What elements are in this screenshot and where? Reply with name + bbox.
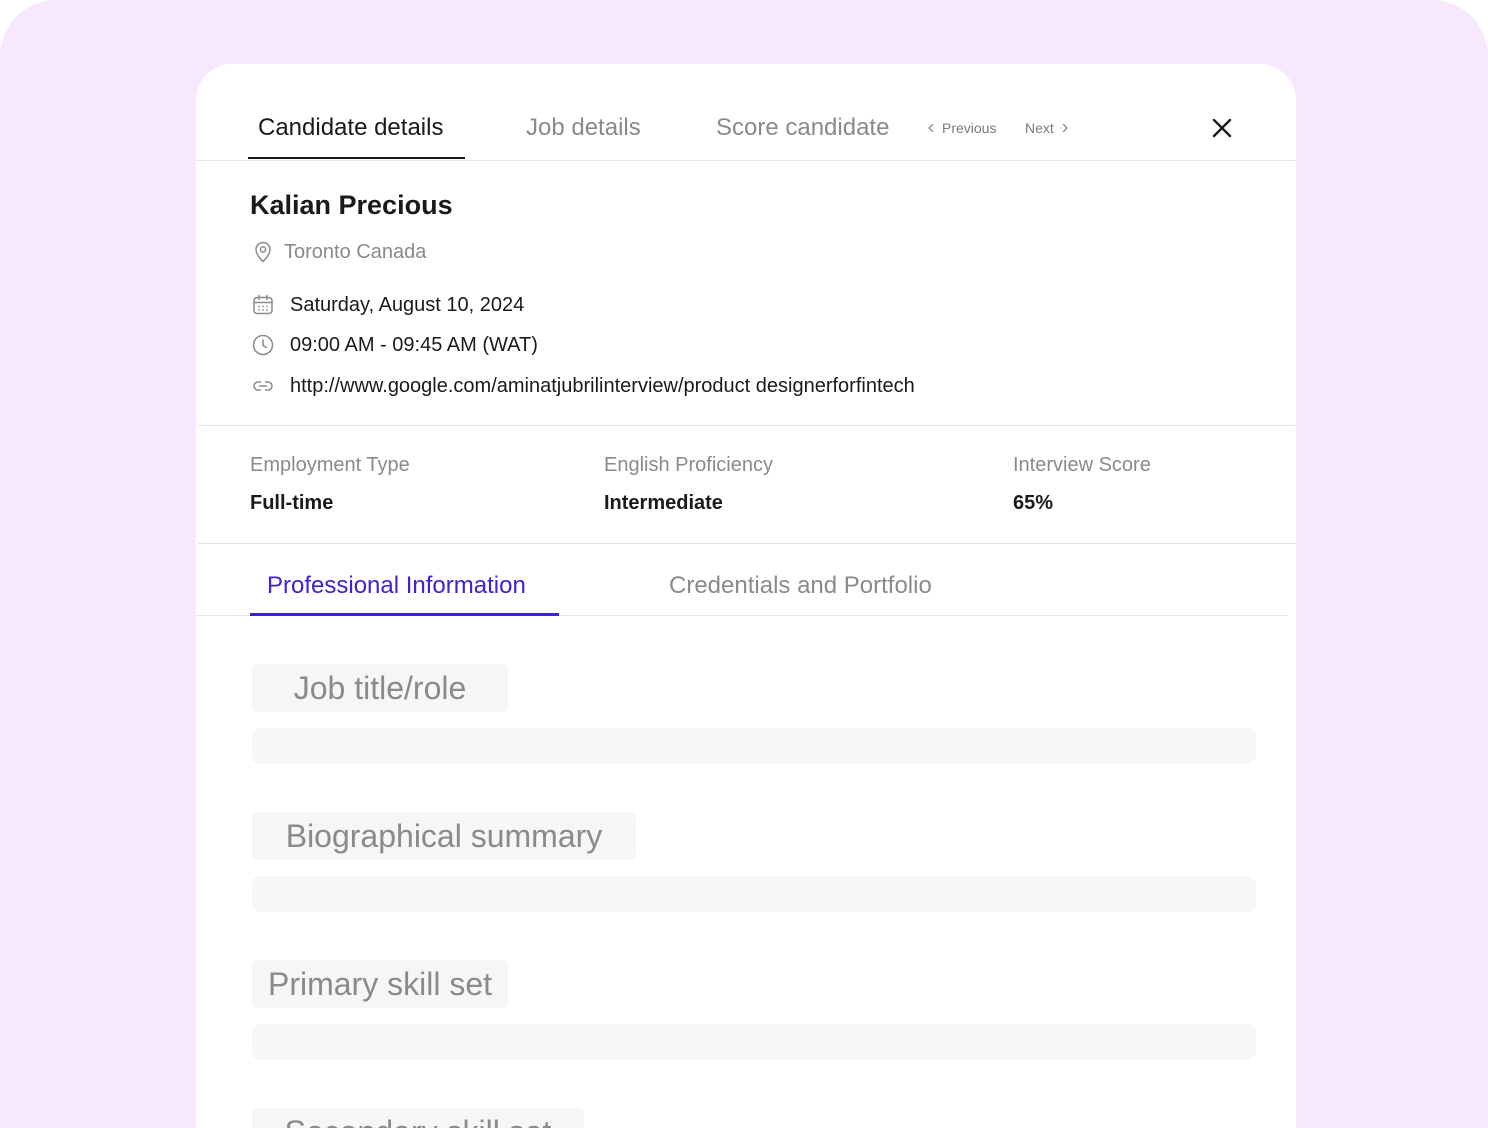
active-subtab-indicator xyxy=(250,613,559,616)
interview-date: Saturday, August 10, 2024 xyxy=(250,292,524,318)
active-tab-indicator xyxy=(248,157,465,159)
section-tab-bar: Professional Information Credentials and… xyxy=(196,544,1288,616)
top-tab-bar: Candidate details Job details Score cand… xyxy=(196,64,1296,161)
job-title-field[interactable] xyxy=(252,728,1256,764)
tab-job-details[interactable]: Job details xyxy=(526,114,641,142)
interview-link: http://www.google.com/aminatjubrilinterv… xyxy=(250,373,915,399)
previous-label: Previous xyxy=(942,120,997,136)
primary-skills-field[interactable] xyxy=(252,1024,1256,1060)
page-background: Candidate details Job details Score cand… xyxy=(0,0,1488,1128)
chevron-right-icon xyxy=(1060,120,1070,136)
bio-field[interactable] xyxy=(252,876,1256,912)
tab-score-candidate[interactable]: Score candidate xyxy=(716,114,889,142)
secondary-skills-label: Secondary skill set xyxy=(252,1108,584,1128)
chevron-left-icon xyxy=(926,120,936,136)
close-icon xyxy=(1208,118,1236,146)
candidate-location: Toronto Canada xyxy=(250,239,426,265)
english-proficiency-label: English Proficiency xyxy=(604,454,773,476)
english-proficiency-value: Intermediate xyxy=(604,492,723,514)
divider xyxy=(198,425,1296,426)
interview-score-label: Interview Score xyxy=(1013,454,1151,476)
tab-professional-information[interactable]: Professional Information xyxy=(267,572,526,600)
employment-type-value: Full-time xyxy=(250,492,334,514)
primary-skills-label: Primary skill set xyxy=(252,960,508,1008)
employment-type-label: Employment Type xyxy=(250,454,410,476)
bio-label: Biographical summary xyxy=(252,812,636,860)
next-label: Next xyxy=(1025,120,1054,136)
time-text: 09:00 AM - 09:45 AM (WAT) xyxy=(290,333,538,356)
location-pin-icon xyxy=(250,239,276,265)
date-text: Saturday, August 10, 2024 xyxy=(290,293,525,316)
meeting-link[interactable]: http://www.google.com/aminatjubrilinterv… xyxy=(290,375,915,398)
calendar-icon xyxy=(250,292,276,318)
clock-icon xyxy=(250,332,276,358)
previous-button[interactable]: Previous xyxy=(926,120,996,136)
job-title-label: Job title/role xyxy=(252,664,508,712)
candidate-name: Kalian Precious xyxy=(250,190,453,220)
tab-candidate-details[interactable]: Candidate details xyxy=(258,114,443,142)
interview-score-value: 65% xyxy=(1013,492,1054,514)
tab-credentials-portfolio[interactable]: Credentials and Portfolio xyxy=(669,572,932,600)
candidate-modal: Candidate details Job details Score cand… xyxy=(196,64,1296,1128)
link-icon xyxy=(250,373,276,399)
interview-time: 09:00 AM - 09:45 AM (WAT) xyxy=(250,332,538,358)
location-text: Toronto Canada xyxy=(284,240,427,263)
next-button[interactable]: Next xyxy=(1025,120,1070,136)
close-button[interactable] xyxy=(1208,114,1236,142)
